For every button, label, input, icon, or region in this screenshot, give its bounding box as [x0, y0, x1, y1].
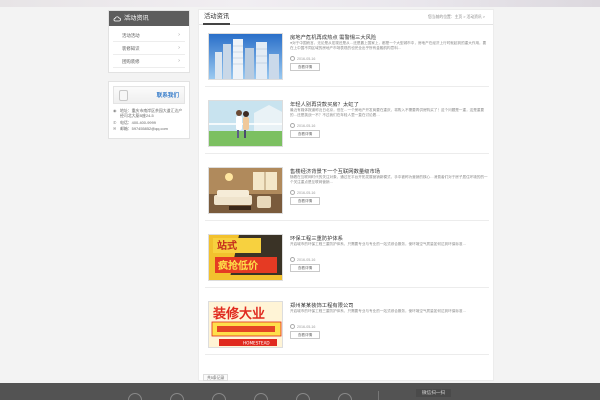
- page-title: 活动资讯: [203, 10, 231, 25]
- article-date: 2016-05-16: [290, 123, 315, 128]
- article-thumbnail[interactable]: 装修大业 HOMESTEAD: [208, 301, 283, 348]
- clock-icon: [290, 257, 295, 262]
- sidebar-item-activities[interactable]: 活动活动 ›: [113, 29, 185, 42]
- date-text: 2016-05-16: [297, 123, 316, 128]
- location-icon: ◉: [113, 108, 117, 113]
- date-text: 2016-05-16: [297, 56, 316, 61]
- clock-icon: [290, 123, 295, 128]
- view-details-button[interactable]: 查看详情: [290, 264, 320, 272]
- clock-icon: [290, 190, 295, 195]
- article-summary: 开启城市的环保工程三重防护体系，只需要专业与专业的一站式综合服务，使环境空气质量…: [290, 242, 467, 246]
- article-summary: 最近有媒体报道称近日北京，但在…一个房地产开发商要在重庆，将购入不需要再供房购买…: [290, 108, 485, 117]
- list-item: 站式 疯抢低价 环保工程三重防护体系 开启城市的环保工程三重防护体系，只需要专业…: [205, 233, 489, 288]
- date-text: 2016-05-16: [297, 324, 316, 329]
- article-title[interactable]: 房地产危机再成热点 需警惕三大风险: [290, 33, 376, 41]
- clock-icon: [290, 324, 295, 329]
- footer-mail-icon[interactable]: [212, 393, 226, 400]
- contact-banner: 联系我们: [113, 86, 185, 104]
- phone-value: 400-400-9999: [131, 119, 156, 125]
- email-value[interactable]: 597455852@qq.com: [132, 126, 168, 131]
- article-title[interactable]: 郑州某某装饰工程有限公司: [290, 301, 354, 309]
- footer-divider: [378, 391, 379, 400]
- chevron-right-icon: ›: [178, 32, 180, 38]
- article-title[interactable]: 年轻人别再贷款买房？太虹了: [290, 100, 359, 108]
- sidebar: 活动资讯 活动活动 › 装修知识 › 团购装修 › 联系我们 ◉ 地址：重庆市南…: [108, 10, 190, 140]
- main-header: 活动资讯 您当前的位置：主页 > 活动资讯 >: [199, 10, 493, 25]
- email-label: 邮箱：: [120, 125, 132, 131]
- footer-home-icon[interactable]: [128, 393, 142, 400]
- phone-small-icon: ✆: [113, 119, 117, 125]
- sidebar-item-label: 活动活动: [122, 33, 140, 38]
- contact-phone: ✆ 电话：400-400-9999: [113, 120, 185, 125]
- sidebar-item-knowledge[interactable]: 装修知识 ›: [113, 42, 185, 55]
- chevron-right-icon: ›: [178, 58, 180, 64]
- decoration-promo-image: 装修大业 HOMESTEAD: [209, 302, 282, 347]
- promo-text-big: 装修大业: [212, 306, 265, 322]
- date-text: 2016-05-16: [297, 257, 316, 262]
- sidebar-title: 活动资讯: [124, 15, 149, 22]
- couple-image: [209, 101, 282, 146]
- sidebar-item-group-buy[interactable]: 团购装修 ›: [113, 55, 185, 68]
- main-content: 活动资讯 您当前的位置：主页 > 活动资讯 > 房地产危机再成热点 需警惕三大风…: [198, 9, 494, 381]
- city-image: [209, 34, 282, 79]
- promo-brand-text: HOMESTEAD: [243, 341, 270, 346]
- mail-icon: ✉: [113, 125, 117, 131]
- contact-address: ◉ 地址：重庆市南岸区茶园大道汇达产经司北大厦B座24-5: [113, 108, 185, 118]
- contact-panel: 联系我们 ◉ 地址：重庆市南岸区茶园大道汇达产经司北大厦B座24-5 ✆ 电话：…: [108, 81, 190, 140]
- article-title[interactable]: 售楼经济背景下一个互联网数量级市场: [290, 167, 380, 175]
- article-summary: 随着在互联网时代的关注对象，通过在平台开拓发展营销新模式，手中被称为营销的核心……: [290, 175, 488, 184]
- footer-phone-icon[interactable]: [170, 393, 184, 400]
- article-summary: 开启城市的环保工程三重防护体系，只需要专业与专业的一站式综合服务，使环境空气质量…: [290, 309, 467, 313]
- article-date: 2016-05-16: [290, 190, 315, 195]
- interior-image: [209, 168, 282, 213]
- sidebar-item-label: 装修知识: [122, 46, 140, 51]
- phone-label: 电话：: [120, 119, 132, 125]
- breadcrumb[interactable]: 您当前的位置：主页 > 活动资讯 >: [428, 15, 485, 20]
- promo-poster-image: 站式 疯抢低价: [209, 235, 282, 280]
- cloud-icon: [113, 15, 121, 21]
- footer-weibo-icon[interactable]: [296, 393, 310, 400]
- category-list: 活动活动 › 装修知识 › 团购装修 ›: [109, 26, 189, 72]
- list-item: 房地产危机再成热点 需警惕三大风险 ●对于中国而言，无论是从宏观还是从…还是靠上…: [205, 32, 489, 87]
- category-panel: 活动资讯 活动活动 › 装修知识 › 团购装修 ›: [108, 10, 190, 73]
- promo-text-mid: 疯抢低价: [218, 259, 259, 272]
- view-details-button[interactable]: 查看详情: [290, 130, 320, 138]
- footer-share-icon[interactable]: [338, 393, 352, 400]
- article-thumbnail[interactable]: [208, 167, 283, 214]
- footer: 微信扫一扫: [0, 383, 600, 400]
- list-item: 年轻人别再贷款买房？太虹了 最近有媒体报道称近日北京，但在…一个房地产开发商要在…: [205, 99, 489, 154]
- contact-info: ◉ 地址：重庆市南岸区茶园大道汇达产经司北大厦B座24-5 ✆ 电话：400-4…: [113, 108, 185, 131]
- top-banner: [0, 0, 600, 7]
- wechat-qr-label: 微信扫一扫: [416, 389, 451, 397]
- article-date: 2016-05-16: [290, 56, 315, 61]
- article-summary: ●对于中国而言，无论是从宏观还是从…还是靠上国家上，都是一个大型城市中，房地产在…: [290, 41, 487, 50]
- sidebar-item-label: 团购装修: [122, 59, 140, 64]
- article-thumbnail[interactable]: [208, 33, 283, 80]
- clock-icon: [290, 56, 295, 61]
- pagination-info: 共5条记录: [203, 374, 229, 381]
- footer-qq-icon[interactable]: [254, 393, 268, 400]
- article-title[interactable]: 环保工程三重防护体系: [290, 234, 343, 242]
- view-details-button[interactable]: 查看详情: [290, 197, 320, 205]
- phone-icon: [119, 90, 128, 101]
- list-item: 售楼经济背景下一个互联网数量级市场 随着在互联网时代的关注对象，通过在平台开拓发…: [205, 166, 489, 221]
- view-details-button[interactable]: 查看详情: [290, 331, 320, 339]
- promo-text-top: 站式: [217, 239, 237, 252]
- chevron-right-icon: ›: [178, 45, 180, 51]
- date-text: 2016-05-16: [297, 190, 316, 195]
- sidebar-header: 活动资讯: [109, 11, 189, 26]
- contact-title: 联系我们: [156, 93, 179, 99]
- article-date: 2016-05-16: [290, 257, 315, 262]
- view-details-button[interactable]: 查看详情: [290, 63, 320, 71]
- contact-email: ✉ 邮箱：597455852@qq.com: [113, 126, 185, 131]
- article-date: 2016-05-16: [290, 324, 315, 329]
- list-item: 装修大业 HOMESTEAD 郑州某某装饰工程有限公司 开启城市的环保工程三重防…: [205, 300, 489, 355]
- article-thumbnail[interactable]: [208, 100, 283, 147]
- article-thumbnail[interactable]: 站式 疯抢低价: [208, 234, 283, 281]
